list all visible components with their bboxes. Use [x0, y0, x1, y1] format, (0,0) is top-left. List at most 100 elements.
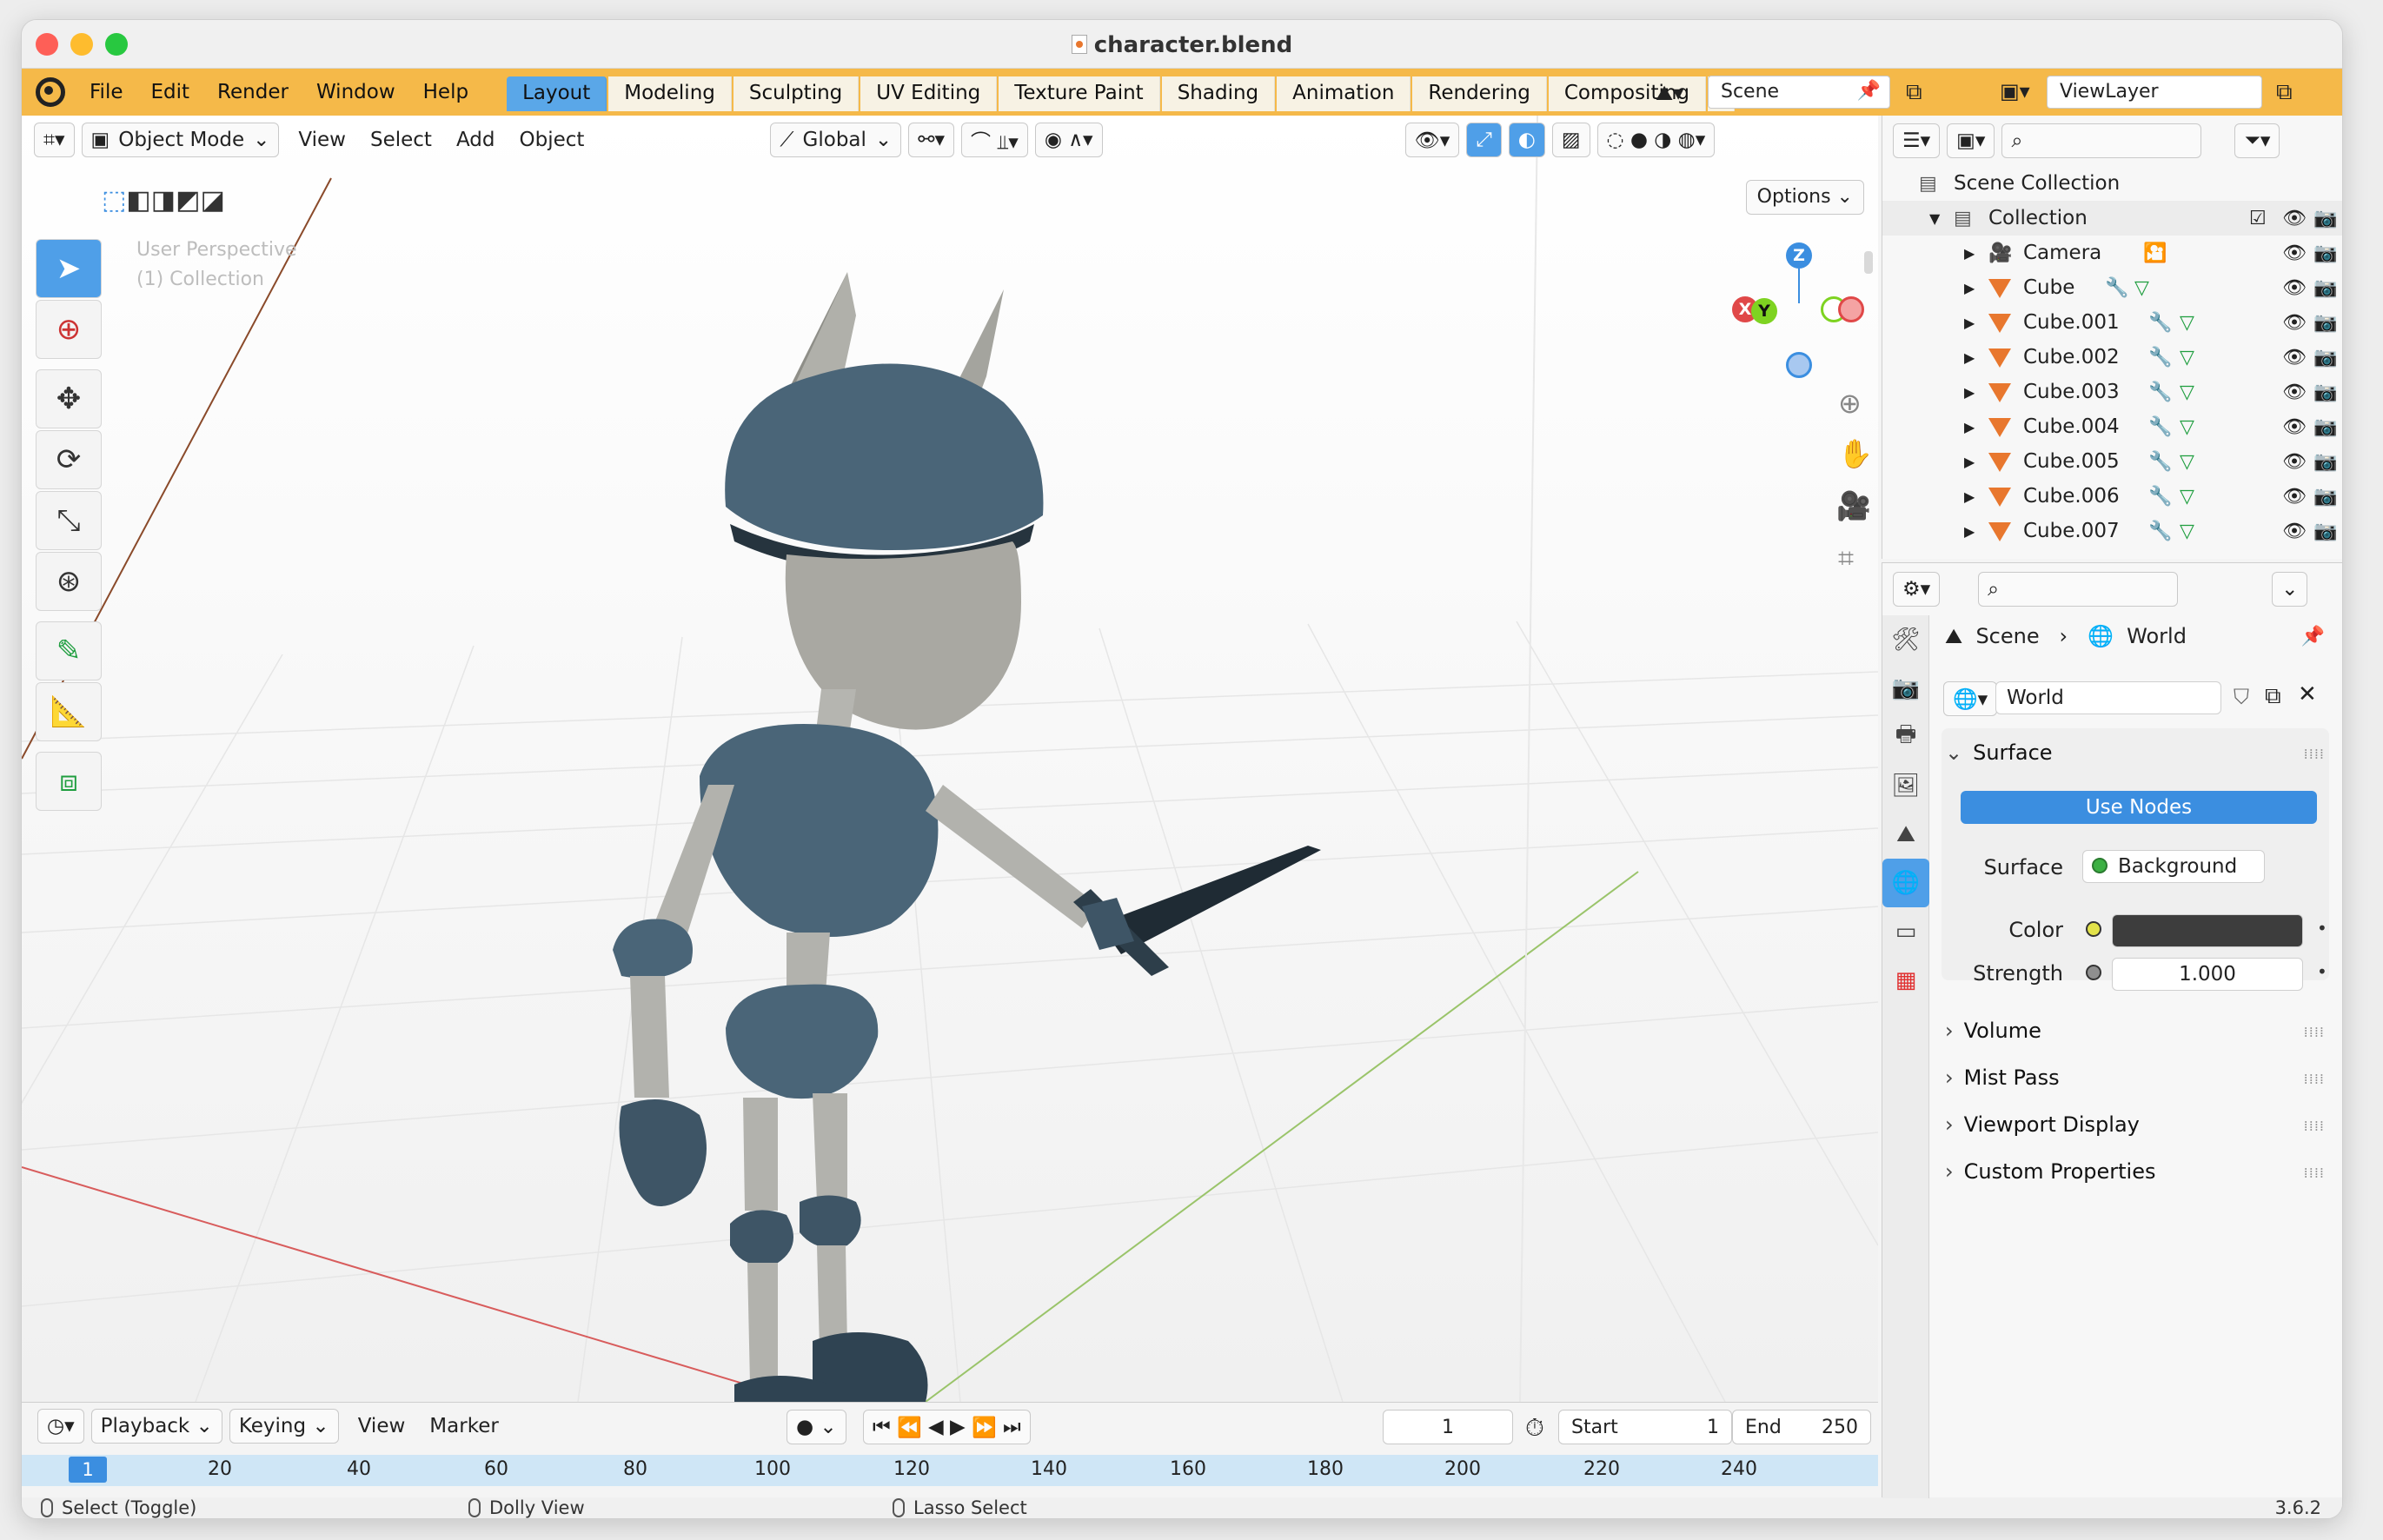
tab-scene[interactable]: ⛰: [1882, 810, 1929, 859]
modifier-wrench-icon[interactable]: 🔧: [2105, 277, 2128, 299]
render-camera-icon[interactable]: 📷: [2313, 242, 2337, 264]
hand-pan-icon[interactable]: ✋: [1838, 437, 1873, 470]
mesh-data-icon[interactable]: ▽: [2180, 312, 2194, 334]
expand-arrow-icon[interactable]: ▶: [1964, 315, 1975, 331]
tab-layout[interactable]: Layout: [507, 76, 607, 111]
outliner-editor-type-button[interactable]: ☰▾: [1893, 123, 1941, 158]
prev-keyframe-icon[interactable]: ⏪: [897, 1416, 922, 1439]
rotate-tool[interactable]: ⟳: [36, 430, 102, 489]
3d-viewport[interactable]: ⌗▾ ▣ Object Mode ⌄ View Select Add Object …: [22, 116, 1878, 1402]
tab-render[interactable]: 📷: [1882, 664, 1929, 713]
render-camera-icon[interactable]: 📷: [2313, 451, 2337, 473]
scene-selector-icon[interactable]: ⛰▾: [1656, 81, 1683, 105]
drag-grip-icon[interactable]: ⁞⁞⁞⁞: [2304, 1024, 2325, 1040]
transform-tool[interactable]: ⊛: [36, 552, 102, 611]
perspective-grid-icon[interactable]: ⌗: [1838, 541, 1854, 575]
display-mode-button[interactable]: ▣▾: [1947, 123, 1995, 158]
render-camera-icon[interactable]: 📷: [2313, 486, 2337, 508]
fake-user-shield-icon[interactable]: ⛉: [2234, 685, 2249, 709]
modifier-wrench-icon[interactable]: 🔧: [2148, 451, 2172, 473]
use-nodes-button[interactable]: Use Nodes: [1961, 791, 2317, 824]
properties-search-input[interactable]: ⌕: [1978, 572, 2179, 607]
jump-end-icon[interactable]: ⏭: [1003, 1416, 1021, 1438]
timeline-menu-view[interactable]: View: [346, 1415, 418, 1437]
render-camera-icon[interactable]: 📷: [2313, 312, 2337, 334]
outliner-item-cube-002[interactable]: ▶ Cube.002 🔧 ▽ 👁 📷: [1882, 340, 2342, 375]
play-icon[interactable]: ▶: [950, 1416, 966, 1438]
select-intersect-icon[interactable]: ◪: [200, 185, 224, 216]
select-box-tool[interactable]: ➤: [36, 239, 102, 298]
end-frame-field[interactable]: End 250: [1732, 1410, 1871, 1444]
scale-tool[interactable]: ⤡: [36, 491, 102, 550]
menu-render[interactable]: Render: [203, 81, 302, 103]
collection-row[interactable]: ▼ ▤ Collection ☑ 👁 📷: [1882, 201, 2342, 236]
tab-texture[interactable]: ▦: [1882, 956, 1929, 1005]
transform-orientation-selector[interactable]: ⟋ Global ⌄: [770, 123, 902, 157]
menu-window[interactable]: Window: [302, 81, 409, 103]
render-camera-icon[interactable]: 📷: [2313, 416, 2337, 438]
viewport-menu-select[interactable]: Select: [358, 129, 444, 151]
auto-keying-button[interactable]: ● ⌄: [787, 1410, 846, 1444]
move-tool[interactable]: ✥: [36, 369, 102, 428]
outliner-item-cube-005[interactable]: ▶ Cube.005 🔧 ▽ 👁 📷: [1882, 444, 2342, 479]
gizmo-neg-z[interactable]: [1786, 352, 1812, 378]
xray-toggle-button[interactable]: ▨: [1551, 123, 1590, 157]
new-scene-icon[interactable]: ⧉: [1906, 79, 1922, 106]
select-invert-icon[interactable]: ◩: [176, 185, 200, 216]
drag-grip-icon[interactable]: ⁞⁞⁞⁞: [2304, 746, 2325, 762]
tab-view-layer[interactable]: 🖼: [1882, 761, 1929, 810]
duplicate-icon[interactable]: ⧉: [2265, 683, 2281, 710]
outliner-search-input[interactable]: ⌕: [2001, 123, 2202, 158]
eye-icon[interactable]: 👁: [2282, 521, 2307, 542]
expand-arrow-icon[interactable]: ▶: [1964, 419, 1975, 435]
timeline-menu-marker[interactable]: Marker: [417, 1415, 511, 1437]
render-camera-icon[interactable]: 📷: [2313, 521, 2337, 542]
selection-mode-icons[interactable]: ⬚◧◨◩◪: [102, 185, 225, 216]
outliner-item-cube-003[interactable]: ▶ Cube.003 🔧 ▽ 👁 📷: [1882, 375, 2342, 409]
menu-help[interactable]: Help: [409, 81, 482, 103]
surface-panel-header[interactable]: ⌄ Surface: [1945, 740, 2053, 765]
eye-icon[interactable]: 👁: [2282, 347, 2307, 368]
pin-icon[interactable]: 📌: [2301, 626, 2325, 647]
stopwatch-icon[interactable]: ⏱: [1525, 1413, 1544, 1443]
gizmo-neg-x[interactable]: [1838, 296, 1864, 322]
add-cube-tool[interactable]: ⧈: [36, 752, 102, 811]
modifier-wrench-icon[interactable]: 🔧: [2148, 312, 2172, 334]
color-socket-icon[interactable]: [2086, 921, 2101, 937]
render-camera-icon[interactable]: 📷: [2313, 347, 2337, 368]
surface-shader-field[interactable]: Background: [2082, 850, 2265, 883]
proportional-edit-button[interactable]: ◉ ∧▾: [1034, 123, 1103, 157]
tab-texture-paint[interactable]: Texture Paint: [999, 76, 1160, 111]
color-swatch[interactable]: [2112, 914, 2303, 947]
volume-panel-header[interactable]: › Volume: [1945, 1019, 2041, 1043]
expand-arrow-icon[interactable]: ▶: [1964, 488, 1975, 505]
play-reverse-icon[interactable]: ◀: [928, 1416, 944, 1438]
jump-start-icon[interactable]: ⏮: [873, 1416, 891, 1438]
tab-output[interactable]: 🖶: [1882, 713, 1929, 761]
expand-arrow-icon[interactable]: ▶: [1964, 523, 1975, 540]
menu-edit[interactable]: Edit: [137, 81, 204, 103]
viewport-menu-view[interactable]: View: [286, 129, 358, 151]
strength-field[interactable]: 1.000: [2112, 958, 2303, 991]
view-layer-field[interactable]: ViewLayer: [2047, 76, 2262, 109]
collapse-arrow-icon[interactable]: ▼: [1929, 210, 1940, 227]
mesh-data-icon[interactable]: ▽: [2180, 521, 2194, 542]
timeline-editor-type-button[interactable]: ◷▾: [37, 1409, 84, 1444]
drag-grip-icon[interactable]: ⁞⁞⁞⁞: [2304, 1071, 2325, 1087]
tab-collection[interactable]: ▭: [1882, 907, 1929, 956]
eye-icon[interactable]: 👁: [2282, 312, 2307, 334]
current-frame-field[interactable]: 1: [1383, 1410, 1513, 1444]
expand-arrow-icon[interactable]: ▶: [1964, 454, 1975, 470]
mesh-data-icon[interactable]: ▽: [2180, 347, 2194, 368]
eye-icon[interactable]: 👁: [2282, 242, 2307, 264]
scene-collection-row[interactable]: ▤ Scene Collection: [1882, 166, 2342, 201]
expand-arrow-icon[interactable]: ▶: [1964, 280, 1975, 296]
mesh-data-icon[interactable]: ▽: [2134, 277, 2149, 299]
unlink-x-icon[interactable]: ✕: [2298, 681, 2317, 707]
tab-world[interactable]: 🌐: [1882, 859, 1929, 907]
properties-editor-type-button[interactable]: ⚙▾: [1893, 572, 1941, 607]
tab-animation[interactable]: Animation: [1277, 76, 1411, 111]
outliner-item-cube[interactable]: ▶ Cube 🔧 ▽ 👁 📷: [1882, 270, 2342, 305]
world-name-field[interactable]: World: [1995, 681, 2221, 714]
eye-icon[interactable]: 👁: [2282, 451, 2307, 473]
